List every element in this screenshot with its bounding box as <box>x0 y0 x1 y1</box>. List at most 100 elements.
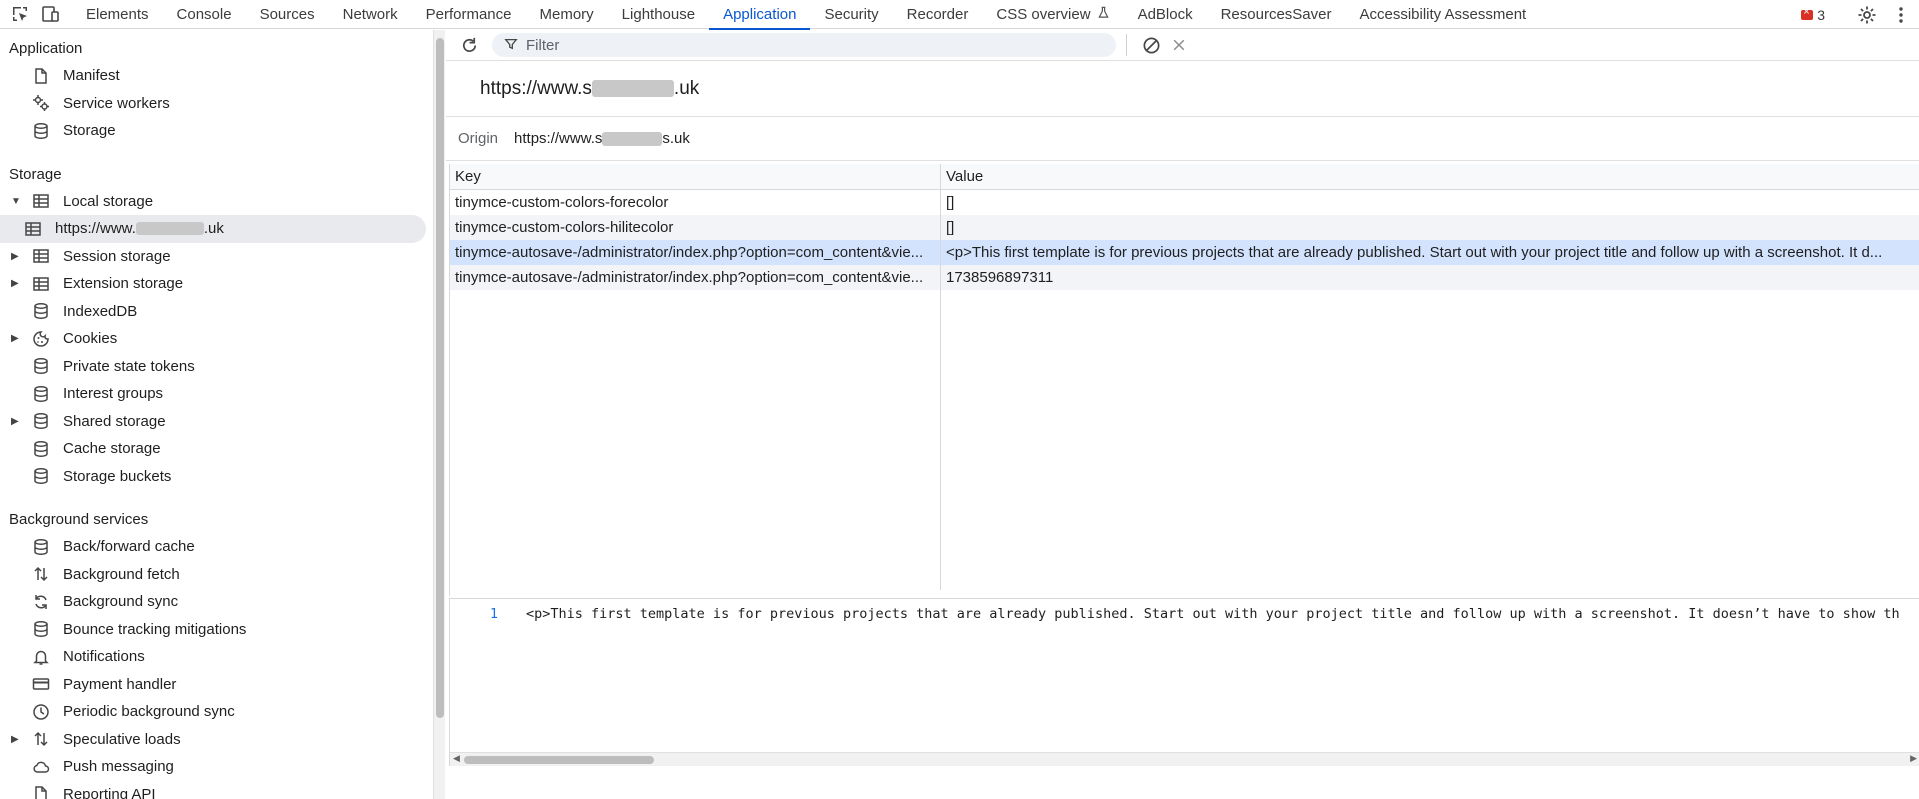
value-cell[interactable]: [] <box>941 215 1919 240</box>
tab-css-overview[interactable]: CSS overview <box>982 0 1123 29</box>
section-title-application: Application <box>9 40 83 57</box>
sidebar-item-storage-buckets[interactable]: ▶Storage buckets <box>0 463 433 491</box>
tab-sources[interactable]: Sources <box>246 0 329 29</box>
line-number: 1 <box>489 606 498 622</box>
file-icon <box>31 784 51 799</box>
sidebar-item-shared-storage[interactable]: ▶ Shared storage <box>0 408 433 436</box>
value-cell[interactable]: <p>This first template is for previous p… <box>941 240 1919 265</box>
key-cell[interactable]: tinymce-autosave-/administrator/index.ph… <box>450 265 941 290</box>
updown-arrows-icon <box>31 564 51 584</box>
sidebar-item-back-forward-cache[interactable]: ▶Back/forward cache <box>0 533 433 561</box>
sidebar-item-service-workers[interactable]: ▶Service workers <box>0 90 433 118</box>
sidebar-item-extension-storage[interactable]: ▶ Extension storage <box>0 270 433 298</box>
database-icon <box>31 121 51 141</box>
sidebar-item-https-www[interactable]: https://www. .uk <box>0 215 426 243</box>
tab-memory[interactable]: Memory <box>526 0 608 29</box>
table-icon <box>31 274 51 294</box>
sidebar-item-label: Periodic background sync <box>63 703 235 721</box>
sidebar-item-reporting-api[interactable]: ▶Reporting API <box>0 781 433 799</box>
value-preview-pane: 1 <p>This first template is for previous… <box>449 598 1919 766</box>
tab-label: Elements <box>86 5 149 23</box>
tab-security[interactable]: Security <box>810 0 892 29</box>
origin-value-prefix: https://www.s <box>514 130 603 147</box>
column-header-key[interactable]: Key <box>450 164 941 189</box>
expand-arrow-right-icon[interactable]: ▶ <box>11 333 23 344</box>
column-header-value[interactable]: Value <box>941 164 1919 189</box>
table-row[interactable]: tinymce-custom-colors-forecolor [] <box>450 190 1919 215</box>
database-icon <box>31 537 51 557</box>
filter-input[interactable]: Filter <box>492 33 1116 57</box>
code-line: 1 <p>This first template is for previous… <box>450 603 1919 625</box>
tab-accessibility-assessment[interactable]: Accessibility Assessment <box>1345 0 1540 29</box>
database-icon <box>31 411 51 431</box>
sidebar-item-speculative-loads[interactable]: ▶ Speculative loads <box>0 726 433 754</box>
sidebar-item-label: Interest groups <box>63 385 164 403</box>
table-row[interactable]: tinymce-autosave-/administrator/index.ph… <box>450 265 1919 290</box>
expand-arrow-right-icon[interactable]: ▶ <box>11 251 23 262</box>
tab-console[interactable]: Console <box>163 0 246 29</box>
gears-icon <box>31 93 51 113</box>
tab-resourcessaver[interactable]: ResourcesSaver <box>1207 0 1346 29</box>
key-cell[interactable]: tinymce-custom-colors-hilitecolor <box>450 215 941 240</box>
card-icon <box>31 674 51 694</box>
table-row[interactable]: tinymce-custom-colors-hilitecolor [] <box>450 215 1919 240</box>
sidebar-item-background-sync[interactable]: ▶Background sync <box>0 588 433 616</box>
sidebar-item-cache-storage[interactable]: ▶Cache storage <box>0 435 433 463</box>
device-toolbar-icon[interactable] <box>38 2 62 26</box>
sidebar-item-cookies[interactable]: ▶ Cookies <box>0 325 433 353</box>
preview-horizontal-scrollbar[interactable]: ◀ ▶ <box>450 752 1919 766</box>
expand-arrow-right-icon[interactable]: ▶ <box>11 416 23 427</box>
sidebar-item-label: Private state tokens <box>63 357 195 375</box>
expand-arrow-right-icon[interactable]: ▶ <box>11 278 23 289</box>
scroll-left-icon[interactable]: ◀ <box>453 753 460 764</box>
sidebar-scrollbar[interactable] <box>433 30 445 799</box>
clear-all-icon[interactable] <box>1139 33 1163 57</box>
key-text: tinymce-autosave-/administrator/index.ph… <box>455 269 924 286</box>
sidebar-scrollbar-thumb[interactable] <box>436 38 444 718</box>
table-row[interactable]: tinymce-autosave-/administrator/index.ph… <box>450 240 1919 265</box>
sidebar-item-push-messaging[interactable]: ▶Push messaging <box>0 753 433 781</box>
scroll-right-icon[interactable]: ▶ <box>1910 753 1917 764</box>
error-count-badge[interactable]: 3 <box>1801 6 1825 23</box>
table-icon <box>23 219 43 239</box>
code-text[interactable]: <p>This first template is for previous p… <box>526 606 1900 622</box>
tab-application[interactable]: Application <box>709 0 811 30</box>
settings-gear-icon[interactable] <box>1855 3 1879 27</box>
delete-selected-icon[interactable] <box>1167 33 1191 57</box>
inspect-element-icon[interactable] <box>8 2 32 26</box>
sidebar-item-payment-handler[interactable]: ▶Payment handler <box>0 671 433 699</box>
sidebar-item-label: Push messaging <box>63 758 174 776</box>
sidebar-item-label: Background fetch <box>63 565 180 583</box>
key-cell[interactable]: tinymce-custom-colors-forecolor <box>450 190 941 215</box>
tab-performance[interactable]: Performance <box>412 0 526 29</box>
expand-arrow-right-icon[interactable]: ▶ <box>11 734 23 745</box>
more-options-icon[interactable] <box>1889 3 1913 27</box>
sidebar-item-manifest[interactable]: ▶Manifest <box>0 62 433 90</box>
database-icon <box>31 356 51 376</box>
sidebar-item-label: Background sync <box>63 593 179 611</box>
sidebar-item-local-storage[interactable]: ▼ Local storage <box>0 188 433 216</box>
sidebar-item-interest-groups[interactable]: ▶Interest groups <box>0 380 433 408</box>
tab-elements[interactable]: Elements <box>72 0 163 29</box>
value-cell[interactable]: [] <box>941 190 1919 215</box>
preview-scrollbar-thumb[interactable] <box>464 756 654 764</box>
sidebar-item-indexeddb[interactable]: ▶IndexedDB <box>0 298 433 326</box>
value-cell[interactable]: 1738596897311 <box>941 265 1919 290</box>
tab-recorder[interactable]: Recorder <box>893 0 983 29</box>
sidebar-item-storage[interactable]: ▶Storage <box>0 117 433 145</box>
sidebar-item-session-storage[interactable]: ▶ Session storage <box>0 243 433 271</box>
sidebar-item-periodic-background-sync[interactable]: ▶Periodic background sync <box>0 698 433 726</box>
tab-label: ResourcesSaver <box>1220 5 1332 23</box>
error-icon <box>1801 6 1814 20</box>
sidebar-item-private-state-tokens[interactable]: ▶Private state tokens <box>0 353 433 381</box>
sidebar-item-bounce-tracking-mitigations[interactable]: ▶Bounce tracking mitigations <box>0 616 433 644</box>
tab-lighthouse[interactable]: Lighthouse <box>608 0 709 29</box>
tab-label: AdBlock <box>1137 5 1193 23</box>
tab-adblock[interactable]: AdBlock <box>1124 0 1207 29</box>
expand-arrow-down-icon[interactable]: ▼ <box>11 196 23 207</box>
sidebar-item-notifications[interactable]: ▶Notifications <box>0 643 433 671</box>
tab-network[interactable]: Network <box>329 0 412 29</box>
key-cell[interactable]: tinymce-autosave-/administrator/index.ph… <box>450 240 941 265</box>
refresh-icon[interactable] <box>458 34 480 56</box>
sidebar-item-background-fetch[interactable]: ▶Background fetch <box>0 561 433 589</box>
